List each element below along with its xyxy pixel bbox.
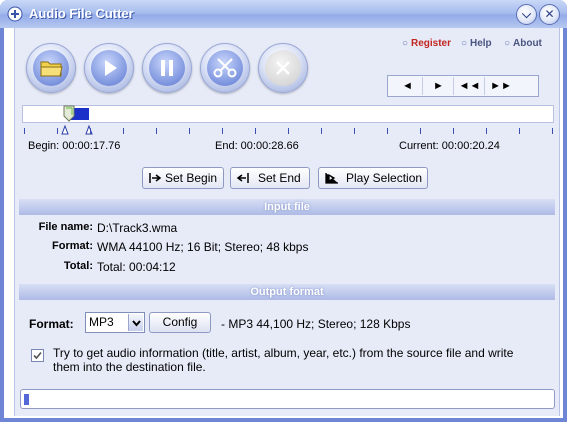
input-format-label: Format: [52,240,93,252]
minimize-button[interactable]: ⌵ [516,4,537,25]
file-name-value: D:\Track3.wma [97,221,178,235]
timeline-tick [552,128,553,134]
input-file-header: Input file [19,199,555,215]
output-format-label: Format: [29,317,74,331]
timeline-tick [90,128,91,134]
cut-button[interactable] [200,43,250,93]
window-title: Audio File Cutter [29,6,134,21]
total-label: Total: [63,260,93,272]
client-area: ○ Register ○ Help ○ About ◄ ► ◄◄ ►► Begi… [4,28,563,418]
format-select-value: MP3 [89,315,114,329]
output-format-header: Output format [19,284,555,300]
close-window-button[interactable]: ✕ [539,4,560,25]
timeline-tick [255,128,256,134]
play-selection-label: Play Selection [346,171,423,185]
begin-time: Begin: 00:00:17.76 [28,140,121,152]
about-link[interactable]: About [513,38,542,49]
config-button[interactable]: Config [149,312,211,333]
output-format-description: - MP3 44,100 Hz; Stereo; 128 Kbps [221,317,411,331]
timeline-tick [24,128,25,134]
progress-fill [24,394,29,405]
chevron-down-icon[interactable] [128,314,143,331]
timeline-tick [387,128,388,134]
input-format-value: WMA 44100 Hz; 16 Bit; Stereo; 48 kbps [97,240,309,254]
bullet-icon: ○ [504,38,511,49]
metadata-checkbox-label[interactable]: Try to get audio information (title, art… [53,346,523,374]
step-back-button[interactable]: ◄ [393,77,423,95]
set-end-button[interactable]: Set End [230,167,310,189]
pause-icon [161,60,173,76]
pause-button[interactable] [142,43,192,93]
close-icon [276,61,290,75]
current-time: Current: 00:00:20.24 [399,140,500,152]
end-time: End: 00:00:28.66 [215,140,299,152]
play-icon [105,60,117,76]
register-link[interactable]: Register [411,38,451,49]
timeline-tick [156,128,157,134]
play-button[interactable] [84,43,134,93]
set-begin-button[interactable]: Set Begin [142,167,224,189]
timeline-tick [519,128,520,134]
main-panel: ○ Register ○ Help ○ About ◄ ► ◄◄ ►► Begi… [14,28,560,416]
timeline-tick [453,128,454,134]
step-forward-button[interactable]: ► [424,77,454,95]
set-begin-icon [149,173,162,183]
scissors-icon [213,58,237,78]
position-thumb[interactable] [63,105,75,122]
progress-bar [20,389,555,409]
timeline-tick [222,128,223,134]
format-select[interactable]: MP3 [85,312,145,333]
folder-icon [40,61,63,77]
open-file-button[interactable] [26,43,76,93]
title-bar[interactable]: Audio File Cutter ⌵ ✕ [0,0,567,28]
timeline-tick [420,128,421,134]
fast-forward-button[interactable]: ►► [486,77,516,95]
total-value: Total: 00:04:12 [97,260,176,274]
timeline-tick [354,128,355,134]
timeline-tick [123,128,124,134]
play-selection-button[interactable]: Play Selection [318,167,428,189]
timeline-ticks [22,128,554,136]
app-window: Audio File Cutter ⌵ ✕ ○ Register ○ Help … [0,0,567,422]
help-link[interactable]: Help [470,38,492,49]
bullet-icon: ○ [461,38,468,49]
app-icon [7,6,23,22]
play-selection-icon [325,173,338,184]
metadata-checkbox[interactable] [31,349,44,362]
set-end-label: Set End [258,171,301,185]
set-end-icon [236,173,249,183]
nav-button-group: ◄ ► ◄◄ ►► [387,75,539,97]
cancel-button[interactable] [258,43,308,93]
timeline-track[interactable] [22,105,554,123]
timeline-tick [288,128,289,134]
bullet-icon: ○ [402,38,409,49]
file-name-label: File name: [38,221,93,233]
timeline-tick [189,128,190,134]
timeline-tick [57,128,58,134]
rewind-button[interactable]: ◄◄ [455,77,485,95]
timeline-tick [321,128,322,134]
set-begin-label: Set Begin [165,171,218,185]
timeline-tick [486,128,487,134]
checkmark-icon [33,351,42,360]
